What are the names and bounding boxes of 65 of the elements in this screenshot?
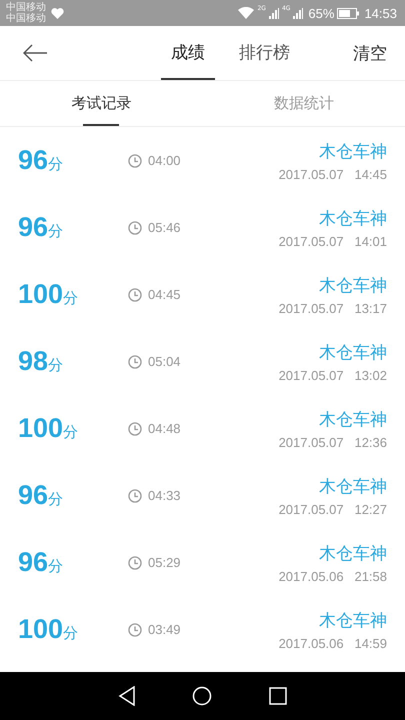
score-value: 100 — [18, 413, 64, 444]
user-name: 木仓车神 — [319, 208, 387, 230]
score-value: 96 — [18, 547, 48, 578]
score-value: 98 — [18, 346, 48, 377]
clock-icon — [128, 354, 142, 368]
exam-datetime: 2017.05.07 14:45 — [278, 166, 387, 182]
exam-datetime: 2017.05.06 21:58 — [278, 568, 387, 584]
header-tab[interactable]: 成绩 — [161, 26, 215, 80]
score-unit: 分 — [48, 557, 64, 576]
score-value: 96 — [18, 480, 48, 511]
exam-datetime: 2017.05.07 12:36 — [278, 434, 387, 450]
user-name: 木仓车神 — [319, 342, 387, 364]
battery-icon — [337, 8, 360, 18]
exam-datetime: 2017.05.07 13:02 — [278, 368, 387, 382]
score-unit: 分 — [63, 289, 78, 308]
clear-button[interactable]: 清空 — [353, 42, 387, 64]
user-name: 木仓车神 — [319, 140, 387, 162]
score-unit: 分 — [48, 155, 64, 174]
exam-duration: 05:04 — [148, 354, 181, 369]
clock-icon — [128, 220, 142, 234]
exam-duration: 04:33 — [148, 488, 181, 503]
clock-icon — [128, 622, 142, 636]
clock-icon — [128, 556, 142, 570]
clock-icon — [128, 288, 142, 302]
clock-time: 14:53 — [364, 6, 397, 20]
user-name: 木仓车神 — [319, 610, 387, 632]
user-name: 木仓车神 — [319, 408, 387, 430]
exam-duration: 04:45 — [148, 287, 181, 302]
header-tab[interactable]: 排行榜 — [229, 26, 300, 80]
clock-icon — [128, 422, 142, 436]
exam-duration: 03:49 — [148, 622, 181, 637]
score-unit: 分 — [63, 423, 78, 442]
user-name: 木仓车神 — [319, 476, 387, 498]
score-value: 96 — [18, 212, 48, 243]
wifi-icon — [238, 7, 254, 19]
score-unit: 分 — [48, 356, 64, 375]
heart-icon — [51, 8, 64, 18]
back-icon[interactable] — [118, 686, 136, 706]
exam-datetime: 2017.05.07 14:01 — [278, 234, 387, 248]
clock-icon — [128, 488, 142, 502]
user-name: 木仓车神 — [319, 542, 387, 564]
score-value: 100 — [18, 279, 64, 310]
recents-icon[interactable] — [268, 687, 287, 705]
score-unit: 分 — [48, 222, 64, 241]
score-unit: 分 — [48, 490, 64, 509]
exam-datetime: 2017.05.06 14:59 — [278, 636, 387, 650]
score-value: 100 — [18, 614, 64, 645]
exam-datetime: 2017.05.07 12:27 — [278, 502, 387, 516]
battery-percent: 65% — [308, 6, 334, 20]
signal-icon — [268, 8, 279, 18]
exam-duration: 04:48 — [148, 421, 181, 436]
back-arrow-icon[interactable] — [22, 44, 48, 62]
user-name: 木仓车神 — [319, 274, 387, 296]
exam-duration: 05:46 — [148, 220, 181, 235]
carrier-name: 中国移动 — [6, 13, 46, 24]
sub-tab[interactable]: 考试记录 — [0, 81, 202, 126]
clock-icon — [128, 154, 142, 168]
exam-datetime: 2017.05.07 13:17 — [278, 300, 387, 316]
carrier-name: 中国移动 — [6, 2, 46, 13]
exam-duration: 05:29 — [148, 555, 181, 570]
score-unit: 分 — [63, 624, 78, 643]
signal-icon — [293, 8, 304, 18]
exam-duration: 04:00 — [148, 153, 181, 168]
score-value: 96 — [18, 145, 48, 176]
home-icon[interactable] — [192, 686, 212, 706]
